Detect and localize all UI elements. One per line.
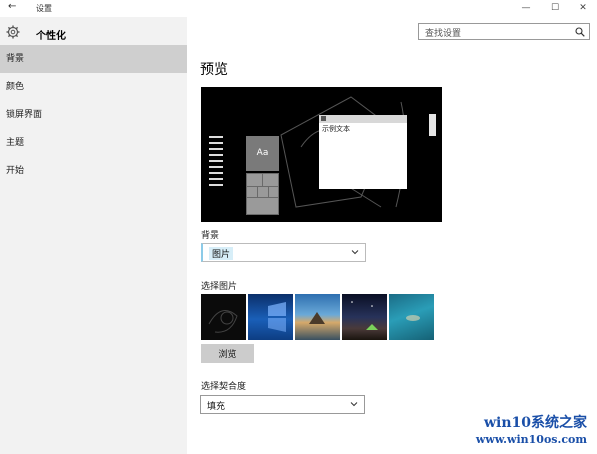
preview-tile: Aa (246, 136, 279, 171)
fit-dropdown[interactable]: 填充 (200, 395, 365, 414)
preview-side-bar (429, 114, 436, 136)
page-title: 预览 (200, 62, 228, 78)
gear-icon[interactable] (6, 25, 20, 39)
sidebar-item-lock-screen[interactable]: 锁屏界面 (0, 101, 187, 129)
watermark-url: www.win10os.com (475, 433, 587, 446)
sidebar-item-start[interactable]: 开始 (0, 157, 187, 185)
sidebar-item-colors[interactable]: 颜色 (0, 73, 187, 101)
preview-tile-grid (246, 173, 279, 215)
preview-start-menu (207, 132, 225, 210)
choose-picture-label: 选择图片 (201, 282, 238, 292)
preview-window: 示例文本 (319, 115, 407, 189)
background-dropdown[interactable]: 图片 (201, 243, 366, 262)
sidebar-heading: 个性化 (36, 31, 66, 42)
sidebar-nav: 背景 颜色 锁屏界面 主题 开始 (0, 45, 187, 185)
minimize-button[interactable]: — (512, 0, 540, 17)
thumbnail-beach[interactable] (295, 294, 340, 340)
browse-button[interactable]: 浏览 (201, 344, 254, 363)
window-title: 设置 (36, 4, 52, 13)
background-label: 背景 (201, 231, 220, 241)
chevron-down-icon (350, 402, 358, 407)
thumbnail-dark-abstract[interactable] (201, 294, 246, 340)
sidebar: 个性化 背景 颜色 锁屏界面 主题 开始 (0, 17, 187, 454)
sidebar-item-background[interactable]: 背景 (0, 45, 187, 73)
maximize-button[interactable]: ☐ (541, 0, 569, 17)
sidebar-item-themes[interactable]: 主题 (0, 129, 187, 157)
close-button[interactable]: ✕ (569, 0, 597, 17)
thumbnail-windows-blue[interactable] (248, 294, 293, 340)
main-content: 预览 Aa 示例文本 背景 图片 选择图片 浏览 选择契合度 填充 (187, 17, 597, 454)
preview-sample-text: 示例文本 (322, 125, 350, 133)
fit-label: 选择契合度 (201, 382, 247, 392)
desktop-preview: Aa 示例文本 (201, 87, 442, 222)
fit-dropdown-value: 填充 (207, 402, 226, 412)
preview-window-titlebar (319, 115, 407, 123)
watermark-title: win10系统之家 (483, 415, 587, 431)
back-arrow-icon[interactable]: ← (8, 1, 16, 12)
thumbnail-night-sky[interactable] (342, 294, 387, 340)
picture-thumbnails (201, 294, 434, 340)
background-dropdown-value: 图片 (209, 247, 234, 260)
thumbnail-underwater[interactable] (389, 294, 434, 340)
title-bar: ← 设置 — ☐ ✕ (0, 0, 597, 17)
chevron-down-icon (351, 250, 359, 255)
